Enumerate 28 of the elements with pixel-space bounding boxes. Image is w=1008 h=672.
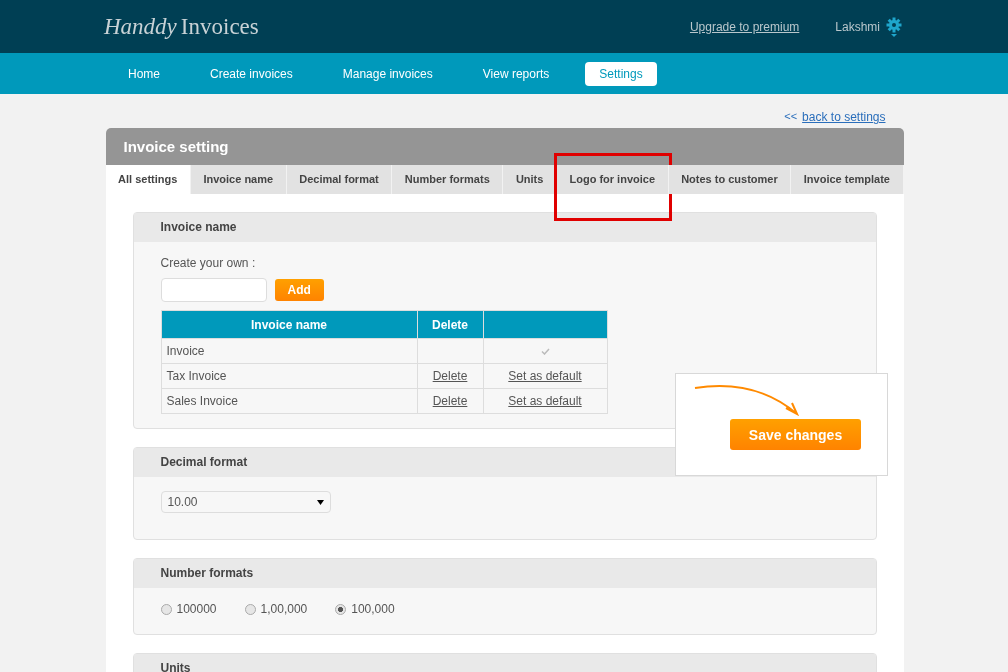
logo[interactable]: Handdy Invoices (104, 13, 259, 40)
tab[interactable]: All settings (105, 165, 191, 194)
gear-icon[interactable] (886, 16, 902, 37)
column-header: Delete (417, 310, 483, 339)
decimal-select[interactable]: 10.00 (160, 491, 331, 513)
section-title: Invoice name (133, 213, 876, 242)
back-arrows: << (784, 110, 798, 124)
curved-arrow-icon (694, 384, 800, 418)
radio-label: 100,000 (351, 602, 395, 616)
caret-icon (316, 499, 324, 505)
table-cell: Invoice (161, 338, 417, 364)
section-title: Units (133, 654, 876, 672)
user-name: Lakshmi (835, 19, 880, 34)
column-header: Invoice name (161, 310, 417, 339)
table-cell: Tax Invoice (161, 363, 417, 389)
section-title: Number formats (133, 559, 876, 588)
radio-label: 100000 (176, 602, 217, 616)
field-label: Create your own : (160, 256, 257, 270)
input-field[interactable] (160, 278, 267, 302)
back-link[interactable]: back to settings (802, 110, 886, 124)
radio-button[interactable] (335, 603, 347, 615)
radio-button[interactable] (244, 603, 256, 615)
table-cell: Sales Invoice (161, 388, 417, 414)
panel-title: Invoice setting (105, 128, 904, 165)
upgrade-link[interactable]: Upgrade to premium (689, 19, 800, 34)
tab[interactable]: Notes to customer (668, 165, 792, 194)
radio-button[interactable] (160, 603, 172, 615)
radio-label: 1,00,000 (260, 602, 308, 616)
